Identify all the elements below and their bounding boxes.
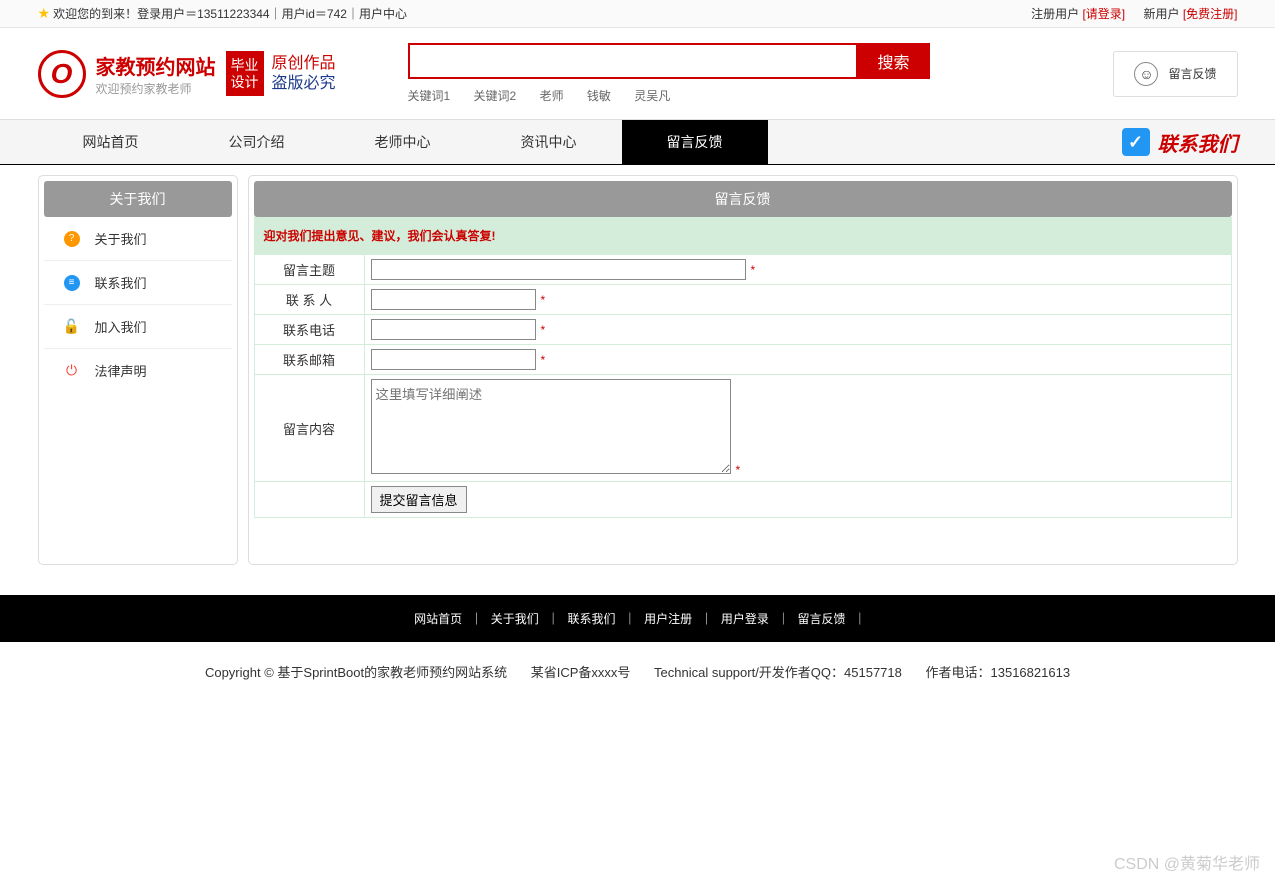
footer-info: Copyright © 基于SprintBoot的家教老师预约网站系统 某省IC… [0,642,1275,701]
watermark: CSDN @黄菊华老师 [1114,850,1260,874]
nav-feedback[interactable]: 留言反馈 [622,120,768,164]
welcome-text[interactable]: 欢迎您的到来！登录用户＝13511223344｜用户id＝742｜用户中心 [53,5,407,22]
footer-link[interactable]: 联系我们 [567,612,615,626]
footer-link[interactable]: 关于我们 [491,612,539,626]
power-icon: ⏻ [64,363,80,379]
keyword-link[interactable]: 关键词1 [408,89,451,103]
logo-icon: O [38,50,86,98]
contact-input[interactable] [371,289,536,310]
main-nav: 网站首页 公司介绍 老师中心 资讯中心 留言反馈 ✓ 联系我们 [0,119,1275,165]
required-mark: * [751,263,756,277]
search-input[interactable] [408,43,858,79]
sidebar-item-join[interactable]: 🔓 加入我们 [44,305,232,349]
search-button[interactable]: 搜索 [858,43,930,79]
required-mark: * [541,323,546,337]
check-icon: ✓ [1122,128,1150,156]
login-link[interactable]: [请登录] [1082,7,1125,21]
logo-badge: 毕业 设计 [226,51,264,97]
register-link[interactable]: [免费注册] [1183,7,1238,21]
required-mark: * [736,463,741,477]
top-left: ★ 欢迎您的到来！登录用户＝13511223344｜用户id＝742｜用户中心 [38,5,407,22]
logo-title: 家教预约网站 [96,51,216,80]
footer-link[interactable]: 用户登录 [721,612,769,626]
logo-script: 原创作品 盗版必究 [272,54,336,92]
label-body: 留言内容 [254,375,364,482]
footer-link[interactable]: 留言反馈 [798,612,846,626]
body-textarea[interactable] [371,379,731,474]
keyword-link[interactable]: 关键词2 [474,89,517,103]
main-content: 关于我们 ? 关于我们 ≡ 联系我们 🔓 加入我们 ⏻ 法律声明 留言反馈 迎对… [0,165,1275,575]
logo-section[interactable]: O 家教预约网站 欢迎预约家教老师 毕业 设计 原创作品 盗版必究 [38,50,408,98]
search-keywords: 关键词1 关键词2 老师 钱敏 灵吴凡 [408,87,1114,104]
top-bar: ★ 欢迎您的到来！登录用户＝13511223344｜用户id＝742｜用户中心 … [0,0,1275,28]
submit-button[interactable]: 提交留言信息 [371,486,467,513]
email-input[interactable] [371,349,536,370]
copyright: Copyright © 基于SprintBoot的家教老师预约网站系统 [205,665,507,680]
clipboard-icon: ≡ [64,275,80,291]
header: O 家教预约网站 欢迎预约家教老师 毕业 设计 原创作品 盗版必究 搜索 关键词… [0,28,1275,119]
subject-input[interactable] [371,259,746,280]
support: Technical support/开发作者QQ：45157718 [654,665,902,680]
footer-nav: 网站首页 ｜ 关于我们 ｜ 联系我们 ｜ 用户注册 ｜ 用户登录 ｜ 留言反馈 … [0,595,1275,642]
feedback-form: 留言主题 * 联 系 人 * 联系电话 * 联系邮箱 * 留言内容 * [254,254,1232,518]
sidebar-item-contact[interactable]: ≡ 联系我们 [44,261,232,305]
lock-icon: 🔓 [64,319,80,335]
label-subject: 留言主题 [254,255,364,285]
content-title: 留言反馈 [254,181,1232,217]
content-panel: 留言反馈 迎对我们提出意见、建议，我们会认真答复! 留言主题 * 联 系 人 *… [248,175,1238,565]
nav-home[interactable]: 网站首页 [38,120,184,164]
search-section: 搜索 关键词1 关键词2 老师 钱敏 灵吴凡 [408,43,1114,104]
nav-teachers[interactable]: 老师中心 [330,120,476,164]
logo-subtitle: 欢迎预约家教老师 [96,80,216,97]
footer-link[interactable]: 用户注册 [644,612,692,626]
new-user-label: 新用户 [免费注册] [1143,7,1237,21]
question-icon: ? [64,231,80,247]
keyword-link[interactable]: 钱敏 [587,89,611,103]
nav-news[interactable]: 资讯中心 [476,120,622,164]
phone-input[interactable] [371,319,536,340]
footer-link[interactable]: 网站首页 [414,612,462,626]
author-phone: 作者电话：13516821613 [926,665,1071,680]
registered-user-label: 注册用户 [请登录] [1031,7,1125,21]
nav-company[interactable]: 公司介绍 [184,120,330,164]
notice-text: 迎对我们提出意见、建议，我们会认真答复! [254,217,1232,254]
contact-us-link[interactable]: ✓ 联系我们 [1122,128,1238,157]
sidebar-item-about[interactable]: ? 关于我们 [44,217,232,261]
sidebar-item-legal[interactable]: ⏻ 法律声明 [44,349,232,392]
required-mark: * [541,353,546,367]
label-phone: 联系电话 [254,315,364,345]
sidebar-title: 关于我们 [44,181,232,217]
icp: 某省ICP备xxxx号 [531,665,631,680]
sidebar: 关于我们 ? 关于我们 ≡ 联系我们 🔓 加入我们 ⏻ 法律声明 [38,175,238,565]
label-contact: 联 系 人 [254,285,364,315]
keyword-link[interactable]: 老师 [540,89,564,103]
label-email: 联系邮箱 [254,345,364,375]
feedback-button[interactable]: ☺ 留言反馈 [1113,51,1237,97]
star-icon: ★ [38,5,51,22]
required-mark: * [541,293,546,307]
top-right: 注册用户 [请登录] 新用户 [免费注册] [1016,5,1237,22]
keyword-link[interactable]: 灵吴凡 [634,89,670,103]
support-icon: ☺ [1134,62,1158,86]
